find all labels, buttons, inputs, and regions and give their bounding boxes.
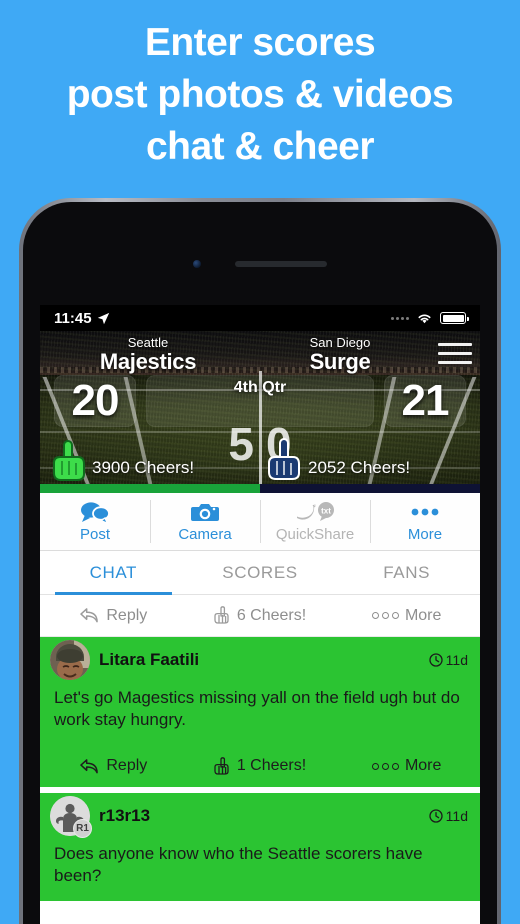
away-team: San Diego Surge xyxy=(244,335,436,374)
battery-full-icon xyxy=(440,312,469,324)
status-bar-right xyxy=(391,312,469,324)
ellipsis-circles-icon xyxy=(371,762,399,770)
home-cheers-count: 3900 Cheers! xyxy=(92,458,195,477)
more-action[interactable]: More xyxy=(333,607,480,625)
chat-bubbles-icon xyxy=(80,500,110,524)
message-time-value: 11d xyxy=(445,652,468,668)
quickshare-label: QuickShare xyxy=(275,526,355,543)
home-team: Seattle Majestics xyxy=(52,335,244,374)
foam-finger-blue-icon xyxy=(268,438,300,480)
status-bar: 11:45 xyxy=(40,305,480,331)
message-timestamp: 11d xyxy=(429,652,468,668)
chat-message: R1 r13r13 11d Does anyone know who the S… xyxy=(40,793,480,901)
message-timestamp: 11d xyxy=(429,808,468,824)
wifi-icon xyxy=(418,314,431,324)
app-screen: 11:45 50 Seattle Majestics San Diego Sur… xyxy=(40,305,480,924)
action-bar: Post Camera txt QuickShare More xyxy=(40,493,480,551)
message-text: Let's go Magestics missing yall on the f… xyxy=(54,688,460,729)
cheers-count-label: 6 Cheers! xyxy=(236,606,307,624)
location-arrow-icon xyxy=(97,312,109,324)
post-button[interactable]: Post xyxy=(40,493,150,550)
more-action-label: More xyxy=(404,757,442,774)
away-team-city: San Diego xyxy=(309,335,371,350)
headline-line-3: chat & cheer xyxy=(145,125,375,168)
home-team-city: Seattle xyxy=(127,335,169,350)
tab-bar: CHAT SCORES FANS xyxy=(40,551,480,595)
camera-label: Camera xyxy=(178,526,232,543)
scores-row: 20 4th Qtr 21 xyxy=(40,375,480,427)
more-action-label: More xyxy=(404,606,442,624)
away-team-name: Surge xyxy=(309,349,371,374)
tab-chat[interactable]: CHAT xyxy=(40,551,187,595)
hamburger-menu-icon[interactable] xyxy=(438,343,472,364)
tab-scores[interactable]: SCORES xyxy=(187,551,334,594)
period-box: 4th Qtr xyxy=(146,375,374,427)
cheers-row: 3900 Cheers! 2052 Cheers! xyxy=(40,437,480,481)
home-cheers[interactable]: 3900 Cheers! xyxy=(44,437,260,481)
home-score-box[interactable]: 20 xyxy=(54,375,136,427)
foam-finger-icon xyxy=(214,606,229,624)
message-author: Litara Faatili xyxy=(99,650,200,669)
home-team-color-bar xyxy=(40,484,260,493)
headline-line-2: post photos & videos xyxy=(66,73,454,116)
message-time-value: 11d xyxy=(445,808,468,824)
reply-label: Reply xyxy=(106,757,148,774)
promo-headline: Enter scores post photos & videos chat &… xyxy=(0,0,520,190)
camera-icon xyxy=(191,500,219,524)
tab-fans[interactable]: FANS xyxy=(333,551,480,594)
cheers-action[interactable]: 1 Cheers! xyxy=(187,756,334,776)
away-cheers[interactable]: 2052 Cheers! xyxy=(260,437,476,481)
more-action[interactable]: More xyxy=(333,757,480,775)
quickshare-button[interactable]: txt QuickShare xyxy=(260,493,370,550)
reply-arrow-icon xyxy=(80,608,99,623)
ellipsis-icon xyxy=(410,500,440,524)
status-bar-left: 11:45 xyxy=(54,310,110,327)
avatar-badge: R1 xyxy=(73,819,92,838)
earpiece-speaker-icon xyxy=(235,261,327,267)
status-time: 11:45 xyxy=(54,309,92,327)
more-button[interactable]: More xyxy=(370,493,480,550)
reply-label: Reply xyxy=(106,606,148,624)
scoreboard-header: 50 Seattle Majestics San Diego Surge 20 … xyxy=(40,331,480,493)
chat-message: Litara Faatili 11d Let's go Magestics mi… xyxy=(40,637,480,745)
phone-top-hardware xyxy=(23,260,497,268)
reply-action[interactable]: Reply xyxy=(40,757,187,775)
cheers-action[interactable]: 6 Cheers! xyxy=(187,606,334,625)
message-header: R1 r13r13 11d xyxy=(40,793,480,838)
message-action-strip-top: Reply 6 Cheers! More xyxy=(40,595,480,637)
away-score-box[interactable]: 21 xyxy=(384,375,466,427)
post-label: Post xyxy=(79,526,110,543)
foam-finger-green-icon xyxy=(53,440,85,481)
away-cheers-count: 2052 Cheers! xyxy=(308,458,411,477)
signal-dots-icon xyxy=(391,316,409,320)
cheers-count-label: 1 Cheers! xyxy=(236,757,307,774)
home-team-name: Majestics xyxy=(99,349,197,374)
away-score-value: 21 xyxy=(401,376,450,425)
front-camera-icon xyxy=(193,260,201,268)
team-names-row: Seattle Majestics San Diego Surge xyxy=(40,335,480,374)
message-header: Litara Faatili 11d xyxy=(40,637,480,680)
message-author: r13r13 xyxy=(99,806,151,825)
camera-button[interactable]: Camera xyxy=(150,493,260,550)
away-team-color-bar xyxy=(260,484,480,493)
avatar[interactable]: R1 xyxy=(50,796,92,838)
team-color-bars xyxy=(40,484,480,493)
avatar[interactable] xyxy=(50,640,90,680)
clock-icon xyxy=(429,653,443,667)
photo-avatar-beanie xyxy=(50,640,90,680)
headline-line-1: Enter scores xyxy=(144,21,376,64)
message-text: Does anyone know who the Seattle scorers… xyxy=(54,844,423,885)
period-label: 4th Qtr xyxy=(233,379,287,396)
reply-arrow-icon xyxy=(80,758,99,773)
home-score-value: 20 xyxy=(71,376,120,425)
avatar-image xyxy=(50,640,90,680)
svg-text:txt: txt xyxy=(321,507,331,516)
message-action-strip: Reply 1 Cheers! More xyxy=(40,745,480,787)
clock-icon xyxy=(429,809,443,823)
reply-action[interactable]: Reply xyxy=(40,607,187,625)
more-label: More xyxy=(407,526,443,543)
foam-finger-icon xyxy=(214,756,229,775)
twitter-txt-icon: txt xyxy=(295,500,335,524)
ellipsis-circles-icon xyxy=(371,612,399,619)
